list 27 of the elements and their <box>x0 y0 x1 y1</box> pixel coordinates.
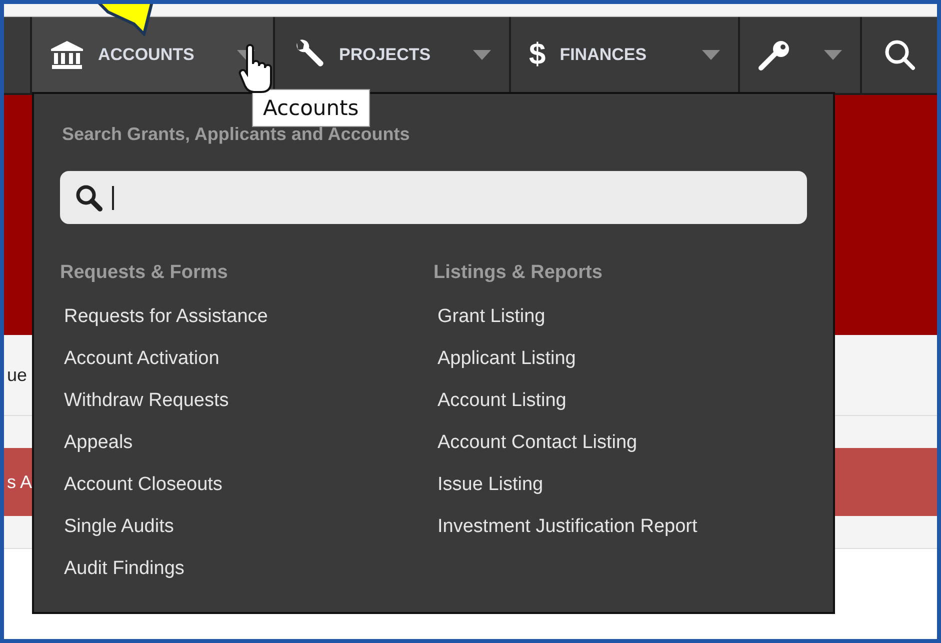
search-heading: Search Grants, Applicants and Accounts <box>62 124 411 145</box>
menu-item[interactable]: Requests for Assistance <box>60 306 434 348</box>
search-icon <box>884 39 916 71</box>
menu-item[interactable]: Grant Listing <box>434 306 807 348</box>
menu-item[interactable]: Account Contact Listing <box>434 432 807 474</box>
page-text: s A <box>7 472 32 492</box>
column-heading: Requests & Forms <box>60 262 229 284</box>
search-field[interactable] <box>60 171 807 224</box>
nav-tab[interactable]: ACCOUNTS <box>32 17 275 93</box>
menu-item[interactable]: Appeals <box>60 432 434 474</box>
menu-item[interactable]: Audit Findings <box>60 558 434 600</box>
menu-item[interactable]: Account Activation <box>60 348 434 390</box>
column-heading: Listings & Reports <box>434 262 604 284</box>
menu-item[interactable]: Investment Justification Report <box>434 516 807 558</box>
page-text: ue <box>7 364 28 386</box>
tooltip: Accounts <box>252 89 370 127</box>
menu-item[interactable]: Issue Listing <box>434 474 807 516</box>
key-icon <box>758 38 792 72</box>
menu-item[interactable]: Withdraw Requests <box>60 390 434 432</box>
bank-icon <box>50 40 84 70</box>
arrow-icon <box>96 4 154 36</box>
dollar-icon: $ <box>529 38 546 72</box>
menu-item[interactable]: Account Closeouts <box>60 474 434 516</box>
search-icon <box>74 182 104 212</box>
menu-item[interactable]: Single Audits <box>60 516 434 558</box>
menu-item[interactable]: Account Listing <box>434 390 807 432</box>
menu-item[interactable]: Applicant Listing <box>434 348 807 390</box>
